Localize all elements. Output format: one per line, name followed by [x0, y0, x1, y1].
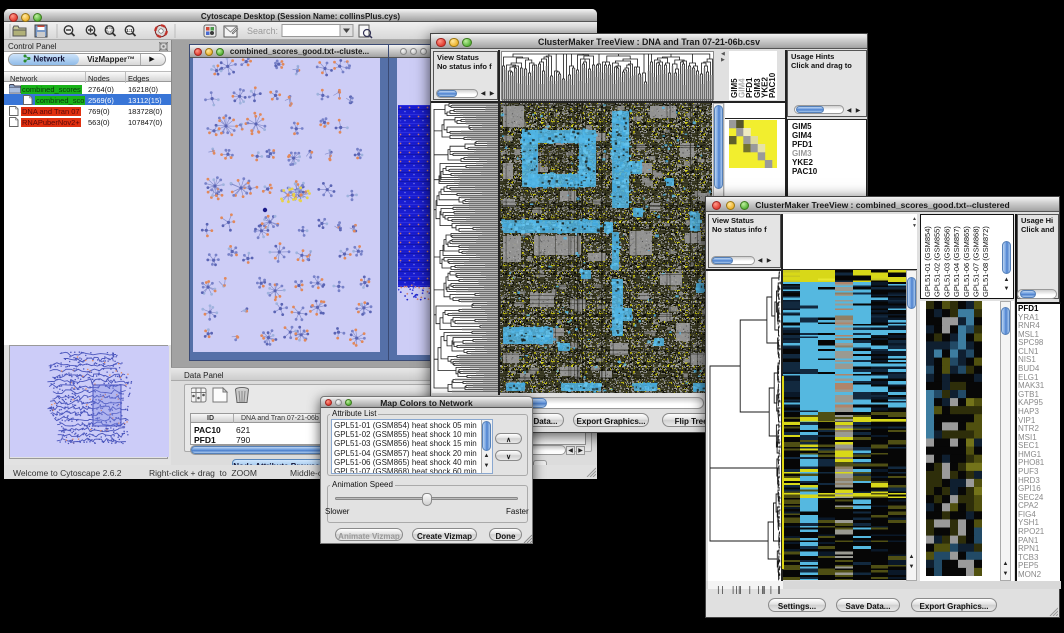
- svg-text:PAC10: PAC10: [768, 72, 777, 98]
- svg-text:Search:: Search:: [247, 26, 278, 36]
- svg-text:1:1: 1:1: [126, 28, 133, 33]
